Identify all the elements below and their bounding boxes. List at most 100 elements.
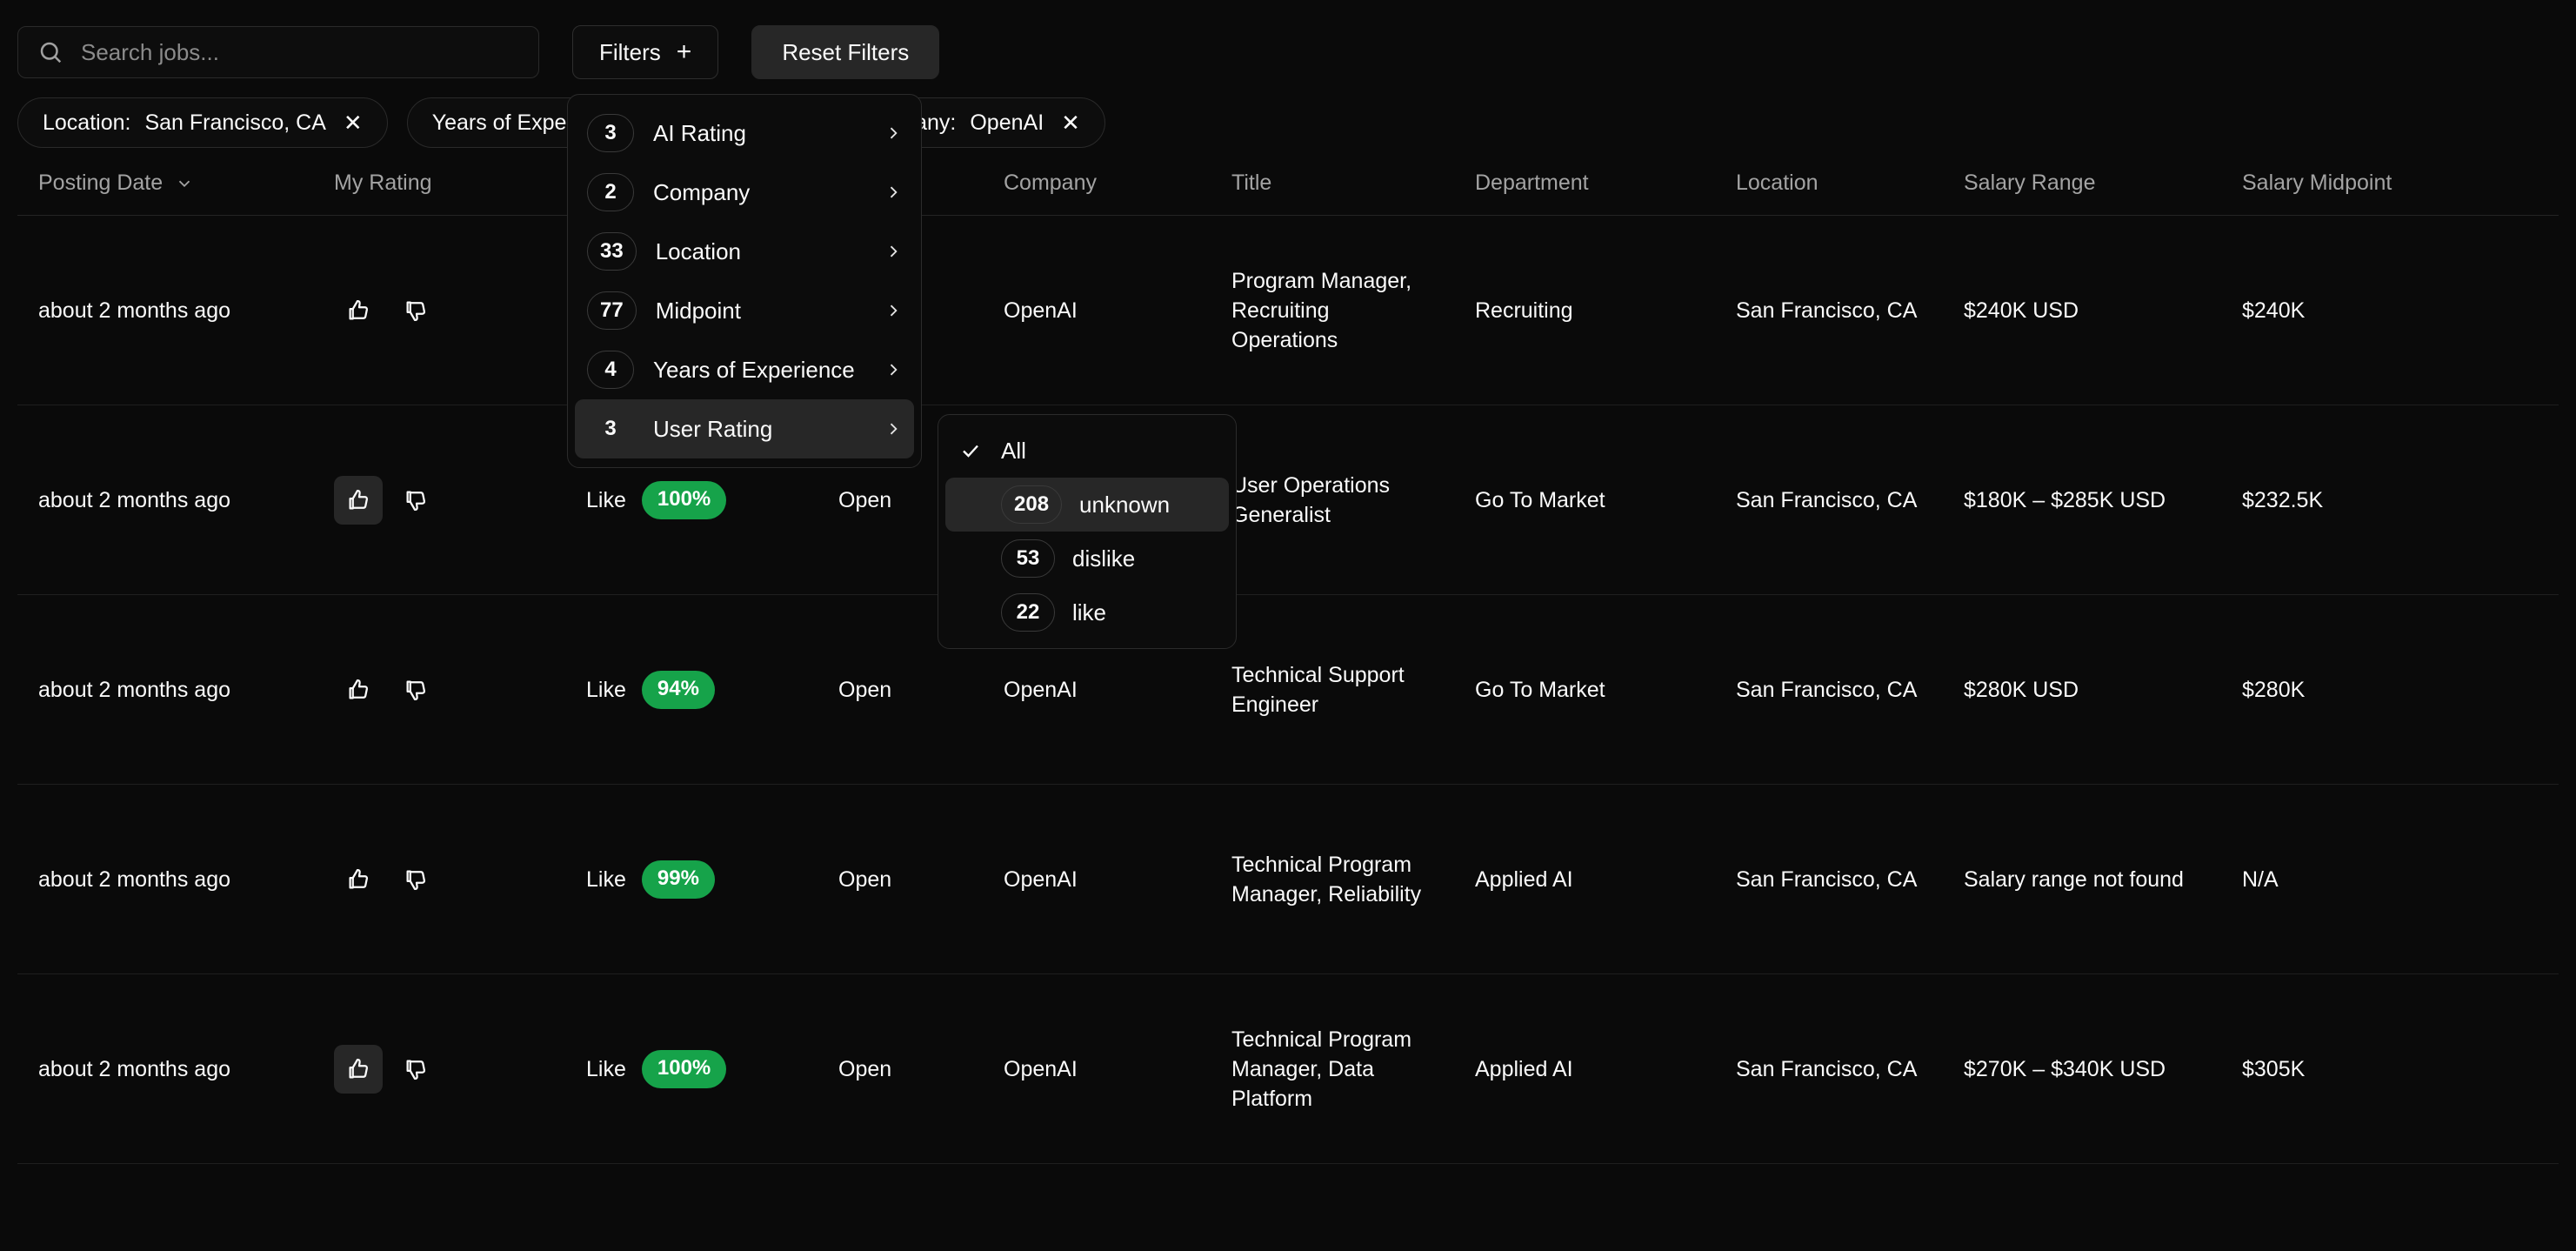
chevron-right-icon — [890, 245, 898, 258]
menu-item-user-rating[interactable]: 3 User Rating — [575, 399, 914, 458]
cell-my-rating[interactable] — [313, 405, 565, 595]
reset-filters-button[interactable]: Reset Filters — [751, 25, 940, 79]
company-text: OpenAI — [1004, 866, 1078, 892]
column-header-company[interactable]: Company — [983, 151, 1211, 216]
cell-department: Go To Market — [1454, 405, 1715, 595]
table-row[interactable]: about 2 months ago Like 100% Open OpenAI Tech… — [17, 973, 2559, 1164]
location-text: San Francisco, CA — [1736, 487, 1918, 512]
submenu-item-label: unknown — [1079, 491, 1171, 518]
submenu-item-all[interactable]: All — [945, 424, 1229, 478]
submenu-item-like[interactable]: 22 like — [945, 585, 1229, 639]
ai-rating-percent-badge: 100% — [641, 1049, 727, 1088]
menu-item-company[interactable]: 2 Company — [575, 163, 914, 222]
posting-date-text: about 2 months ago — [38, 1056, 230, 1081]
chevron-down-icon — [178, 180, 190, 187]
menu-item-label: Years of Experience — [653, 356, 855, 383]
cell-salary-range: $270K – $340K USD — [1943, 973, 2221, 1164]
table-row[interactable]: about 2 months ago OpenAI Program Manager,… — [17, 215, 2559, 405]
cell-salary-midpoint: $232.5K — [2221, 405, 2559, 595]
table-row[interactable]: about 2 months ago Like 94% Open OpenAI Techn… — [17, 594, 2559, 785]
search-input[interactable] — [81, 38, 519, 66]
thumbs-down-icon[interactable] — [391, 855, 440, 904]
menu-item-label: Location — [655, 237, 742, 264]
thumbs-down-icon[interactable] — [391, 1045, 440, 1094]
column-header-title[interactable]: Title — [1211, 151, 1454, 216]
posting-date-text: about 2 months ago — [38, 677, 230, 702]
cell-my-rating[interactable] — [313, 594, 565, 785]
column-header-salary-midpoint[interactable]: Salary Midpoint — [2221, 151, 2559, 216]
count-badge: 22 — [1001, 593, 1055, 632]
chevron-right-icon — [890, 186, 898, 198]
menu-item-location[interactable]: 33 Location — [575, 222, 914, 281]
cell-my-rating[interactable] — [313, 215, 565, 405]
column-header-my-rating[interactable]: My Rating — [313, 151, 565, 216]
table-row[interactable]: about 2 months ago Like 99% Open OpenAI Techn… — [17, 784, 2559, 974]
column-header-label: Salary Range — [1964, 171, 2096, 195]
cell-department: Applied AI — [1454, 973, 1715, 1164]
close-icon[interactable]: ✕ — [1061, 111, 1080, 134]
table-header-row: Posting Date My Rating AI Rating Status … — [17, 151, 2559, 216]
count-badge: 208 — [1001, 485, 1063, 524]
table-row[interactable]: about 2 months agoLike100%OpenOpenAIUser… — [17, 405, 2559, 595]
menu-item-label: User Rating — [653, 415, 773, 442]
department-text: Applied AI — [1475, 866, 1573, 892]
chip-value: San Francisco, CA — [144, 110, 326, 135]
table-header: Posting Date My Rating AI Rating Status … — [17, 151, 2559, 216]
menu-item-ai-rating[interactable]: 3 AI Rating — [575, 104, 914, 163]
column-header-salary-range[interactable]: Salary Range — [1943, 151, 2221, 216]
cell-location: San Francisco, CA — [1715, 784, 1943, 974]
check-placeholder — [958, 602, 984, 623]
salary-midpoint-text: $240K — [2242, 298, 2306, 323]
thumbs-down-icon[interactable] — [391, 666, 440, 714]
cell-ai-rating: Like 100% — [565, 973, 818, 1164]
thumbs-up-icon[interactable] — [334, 666, 383, 714]
status-text: Open — [838, 487, 892, 512]
cell-title: User Operations Generalist — [1211, 405, 1454, 595]
department-text: Applied AI — [1475, 1056, 1573, 1081]
thumbs-down-icon[interactable] — [391, 476, 440, 525]
column-header-posting-date[interactable]: Posting Date — [17, 151, 313, 216]
chip-value: OpenAI — [970, 110, 1044, 135]
column-header-location[interactable]: Location — [1715, 151, 1943, 216]
salary-range-text: $180K – $285K USD — [1964, 487, 2166, 512]
column-header-department[interactable]: Department — [1454, 151, 1715, 216]
cell-salary-midpoint: N/A — [2221, 784, 2559, 974]
cell-title: Technical Support Engineer — [1211, 594, 1454, 785]
cell-department: Recruiting — [1454, 215, 1715, 405]
thumbs-up-icon[interactable] — [334, 475, 383, 525]
chip-key: Years of Expe — [431, 110, 567, 135]
menu-item-label: AI Rating — [653, 119, 746, 146]
salary-range-text: $270K – $340K USD — [1964, 1056, 2166, 1081]
thumbs-up-icon[interactable] — [334, 286, 383, 335]
thumbs-up-icon[interactable] — [334, 855, 383, 904]
posting-date-sort[interactable]: Posting Date — [38, 171, 194, 196]
department-text: Recruiting — [1475, 298, 1573, 323]
submenu-item-dislike[interactable]: 53 dislike — [945, 532, 1229, 585]
thumbs-down-icon[interactable] — [391, 286, 440, 335]
company-text: OpenAI — [1004, 1056, 1078, 1081]
cell-salary-range: Salary range not found — [1943, 784, 2221, 974]
salary-midpoint-text: $280K — [2242, 677, 2306, 702]
department-text: Go To Market — [1475, 677, 1605, 702]
cell-location: San Francisco, CA — [1715, 215, 1943, 405]
close-icon[interactable]: ✕ — [344, 111, 363, 134]
search-icon — [40, 42, 62, 64]
submenu-item-unknown[interactable]: 208 unknown — [945, 478, 1229, 532]
ai-rating-label: Like — [586, 487, 626, 512]
count-badge: 2 — [587, 173, 634, 211]
filters-button[interactable]: Filters + — [572, 25, 719, 79]
cell-location: San Francisco, CA — [1715, 594, 1943, 785]
thumbs-up-icon[interactable] — [334, 1044, 383, 1094]
menu-item-midpoint[interactable]: 77 Midpoint — [575, 281, 914, 340]
filter-chip[interactable]: Location: San Francisco, CA ✕ — [17, 97, 388, 148]
cell-my-rating[interactable] — [313, 784, 565, 974]
title-text: User Operations Generalist — [1231, 472, 1391, 527]
title-text: Program Manager, Recruiting Operations — [1231, 268, 1412, 352]
ai-rating-label: Like — [586, 866, 626, 892]
cell-salary-range: $180K – $285K USD — [1943, 405, 2221, 595]
search-box[interactable] — [17, 26, 539, 78]
cell-my-rating[interactable] — [313, 973, 565, 1164]
menu-item-years-of-experience[interactable]: 4 Years of Experience — [575, 340, 914, 399]
cell-status: Open — [818, 784, 983, 974]
count-badge: 33 — [587, 232, 637, 271]
